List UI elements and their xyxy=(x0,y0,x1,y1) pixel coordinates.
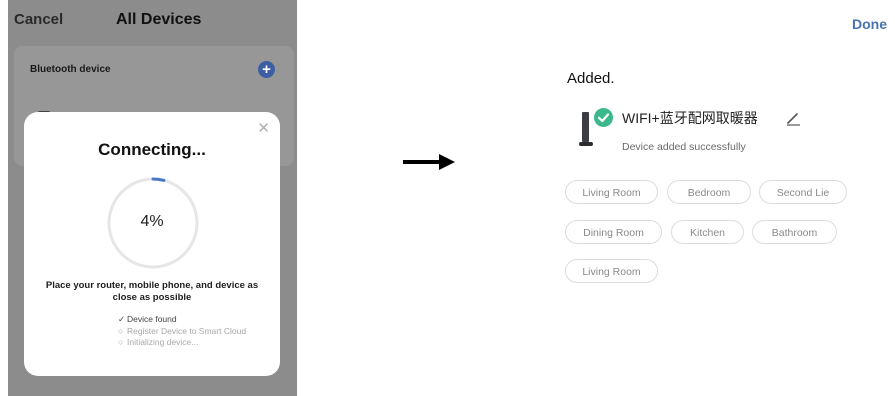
plus-icon[interactable]: + xyxy=(258,61,275,78)
circle-icon: ○ xyxy=(118,325,124,336)
connecting-dialog: ✕ Connecting... 4% Place your router, mo… xyxy=(24,112,280,376)
device-status: Device added successfully xyxy=(622,141,746,153)
room-chip[interactable]: Second Lie xyxy=(759,180,847,204)
page-title: All Devices xyxy=(116,11,202,28)
room-chip[interactable]: Living Room xyxy=(565,259,658,283)
room-chip[interactable]: Kitchen xyxy=(671,220,744,244)
placement-advice: Place your router, mobile phone, and dev… xyxy=(45,280,259,303)
connection-steps: ✓ Device found ○ Register Device to Smart … xyxy=(118,314,246,349)
pencil-icon[interactable] xyxy=(785,110,801,126)
room-chip[interactable]: Living Room xyxy=(565,180,658,204)
checkmark-icon: ✓ xyxy=(118,314,126,324)
step-label: Register Device to Smart Cloud xyxy=(127,325,247,336)
close-icon[interactable]: ✕ xyxy=(257,121,270,136)
step-initializing: ○ Initializing device... xyxy=(118,337,246,349)
check-badge-icon xyxy=(594,108,613,127)
step-label: Device found xyxy=(127,314,177,324)
device-name: WIFI+蓝牙配网取暖器 xyxy=(622,110,758,126)
room-chip[interactable]: Dining Room xyxy=(565,220,662,244)
room-chip[interactable]: Bedroom xyxy=(667,180,751,204)
step-register-cloud: ○ Register Device to Smart Cloud xyxy=(118,326,246,338)
step-device-found: ✓ Device found xyxy=(118,314,246,326)
progress-percent: 4% xyxy=(140,213,164,230)
room-chip[interactable]: Bathroom xyxy=(752,220,837,244)
bluetooth-device-label[interactable]: Bluetooth device xyxy=(30,64,111,75)
add-device-screen: Cancel All Devices Bluetooth device + ✕ … xyxy=(8,0,297,396)
cancel-button[interactable]: Cancel xyxy=(14,11,63,28)
added-heading: Added. xyxy=(567,70,615,87)
step-label: Initializing device... xyxy=(127,337,199,347)
device-heater-icon xyxy=(579,112,593,146)
circle-icon: ○ xyxy=(118,337,124,347)
done-button[interactable]: Done xyxy=(852,16,887,32)
dialog-title: Connecting... xyxy=(98,140,206,159)
arrow-right-icon xyxy=(403,154,455,170)
